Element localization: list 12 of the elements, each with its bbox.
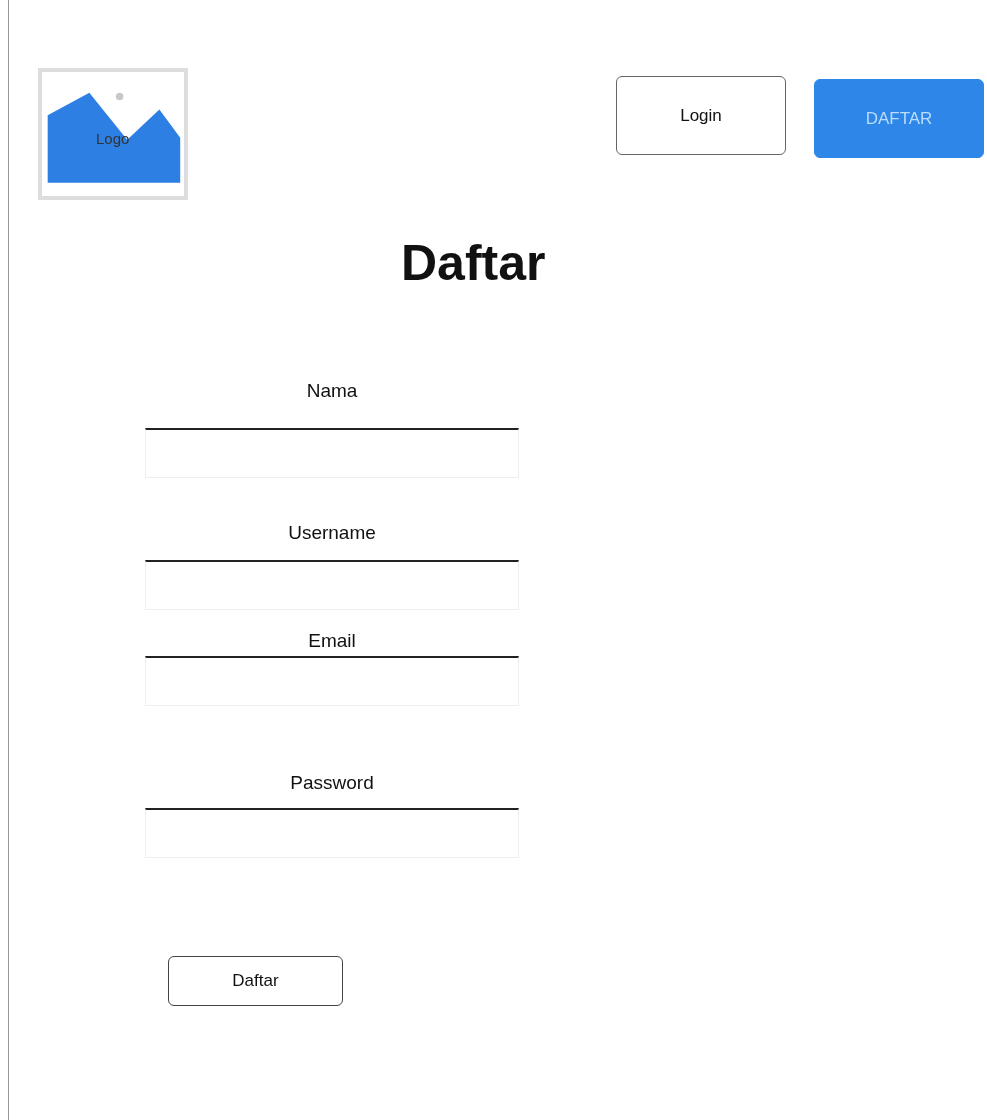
field-label: Nama (305, 380, 359, 402)
field-label: Email (307, 630, 357, 652)
input-field[interactable] (145, 560, 519, 610)
input-field[interactable] (145, 428, 519, 478)
input-field[interactable] (145, 808, 519, 858)
input-field[interactable] (145, 656, 519, 706)
nav-button[interactable]: Login (616, 76, 786, 155)
field-label: Password (289, 772, 375, 794)
submit-button[interactable]: Daftar (168, 956, 343, 1006)
logo-text: Logo (96, 130, 130, 147)
field-label: Username (287, 522, 377, 544)
page-title: Daftar (400, 234, 547, 292)
